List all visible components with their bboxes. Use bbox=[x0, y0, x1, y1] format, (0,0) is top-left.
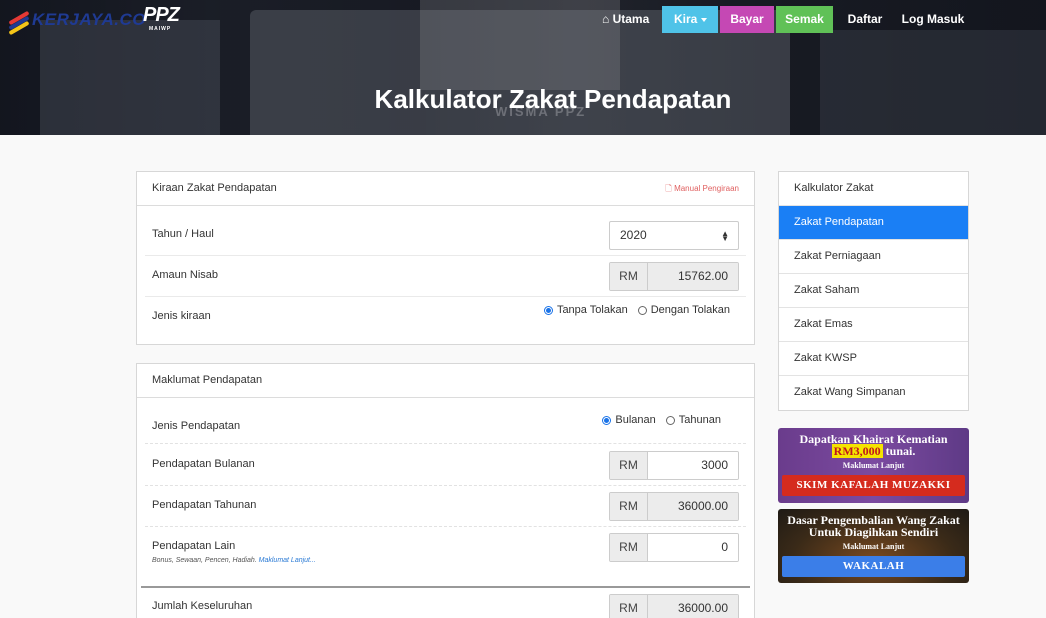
kiraan-card-header: Kiraan Zakat Pendapatan 🗋 Manual Pengira… bbox=[137, 172, 754, 206]
ppz-logo-text: PPZ bbox=[143, 4, 180, 26]
skim-kafalah-button[interactable]: SKIM KAFALAH MUZAKKI bbox=[782, 475, 965, 496]
nav-semak[interactable]: Semak bbox=[776, 6, 833, 33]
radio-tahunan-label: Tahunan bbox=[678, 414, 721, 426]
radio-bulanan-label: Bulanan bbox=[615, 414, 656, 426]
nav-kira-label: Kira bbox=[674, 12, 698, 26]
tahun-select[interactable]: 2020 ▲ ▼ bbox=[609, 221, 739, 250]
jumlah-keseluruhan-value: 36000.00 bbox=[648, 595, 738, 618]
home-icon: ⌂ bbox=[602, 12, 610, 26]
nav-kira-dropdown[interactable]: Kira bbox=[662, 6, 718, 33]
jenis-kiraan-label: Jenis kiraan bbox=[152, 310, 211, 322]
pdf-icon: 🗋 bbox=[665, 184, 672, 193]
caret-down-icon bbox=[701, 17, 708, 22]
currency-addon: RM bbox=[610, 493, 648, 520]
flag-logo-icon bbox=[6, 8, 30, 36]
sidebar-item-zakat-emas[interactable]: Zakat Emas bbox=[779, 308, 968, 342]
radio-unchecked-icon bbox=[637, 305, 647, 315]
radio-unchecked-icon bbox=[665, 415, 675, 425]
jumlah-keseluruhan-input[interactable]: RM 36000.00 bbox=[609, 594, 739, 618]
hero-building bbox=[40, 20, 220, 135]
sidebar-item-zakat-saham[interactable]: Zakat Saham bbox=[779, 274, 968, 308]
pendapatan-lain-label: Pendapatan Lain bbox=[152, 540, 236, 552]
main-nav: ⌂ Utama Kira Bayar Semak Daftar Log Masu… bbox=[594, 6, 969, 33]
ppz-logo[interactable]: PPZ MAIWP bbox=[143, 4, 180, 32]
pendapatan-bulanan-value: 3000 bbox=[648, 452, 738, 479]
pendapatan-lain-input[interactable]: RM 0 bbox=[609, 533, 739, 562]
nav-utama[interactable]: ⌂ Utama bbox=[594, 6, 662, 33]
pendapatan-lain-value: 0 bbox=[648, 534, 738, 561]
nav-bayar[interactable]: Bayar bbox=[720, 6, 774, 33]
kiraan-card: Kiraan Zakat Pendapatan 🗋 Manual Pengira… bbox=[136, 171, 755, 345]
page-title: Kalkulator Zakat Pendapatan bbox=[374, 84, 732, 114]
maklumat-card: Maklumat Pendapatan Jenis Pendapatan Bul… bbox=[136, 363, 755, 618]
jenis-pendapatan-options: Bulanan Tahunan bbox=[592, 414, 721, 426]
sidebar-item-zakat-pendapatan[interactable]: Zakat Pendapatan bbox=[779, 206, 968, 240]
divider bbox=[145, 296, 746, 297]
radio-bulanan[interactable]: Bulanan bbox=[602, 414, 656, 426]
wakalah-banner-sub: Maklumat Lanjut bbox=[842, 542, 905, 551]
radio-tanpa-label: Tanpa Tolakan bbox=[556, 304, 628, 316]
select-arrows-icon: ▲ ▼ bbox=[721, 229, 729, 243]
hero-building bbox=[420, 0, 620, 90]
maklumat-card-title: Maklumat Pendapatan bbox=[152, 374, 263, 386]
sidebar-item-zakat-kwsp[interactable]: Zakat KWSP bbox=[779, 342, 968, 376]
maklumat-lanjut-link[interactable]: Maklumat Lanjut... bbox=[259, 557, 316, 564]
radio-checked-icon bbox=[543, 305, 553, 315]
sidebar-item-zakat-perniagaan[interactable]: Zakat Perniagaan bbox=[779, 240, 968, 274]
tahun-select-value: 2020 bbox=[620, 228, 647, 242]
khairat-amount: RM3,000 bbox=[831, 444, 883, 458]
kerjaya-logo[interactable]: KERJAYA.CO bbox=[6, 8, 146, 36]
jenis-pendapatan-label: Jenis Pendapatan bbox=[152, 420, 241, 432]
khairat-banner[interactable]: Dapatkan Khairat Kematian RM3,000 tunai.… bbox=[778, 428, 969, 503]
hero-banner: WISMA PPZ KERJAYA.CO PPZ MAIWP ⌂ Utama K… bbox=[0, 0, 1046, 135]
nav-log-masuk[interactable]: Log Masuk bbox=[897, 6, 969, 33]
khairat-banner-line2-text: tunai. bbox=[885, 444, 916, 458]
wakalah-banner[interactable]: Dasar Pengembalian Wang Zakat Untuk Diag… bbox=[778, 509, 969, 583]
tahun-label: Tahun / Haul bbox=[152, 228, 214, 240]
radio-tanpa-tolakan[interactable]: Tanpa Tolakan bbox=[543, 304, 628, 316]
radio-dengan-label: Dengan Tolakan bbox=[650, 304, 730, 316]
radio-tahunan[interactable]: Tahunan bbox=[665, 414, 721, 426]
manual-pengiraan-link[interactable]: 🗋 Manual Pengiraan bbox=[665, 172, 739, 205]
currency-addon: RM bbox=[610, 263, 648, 290]
sidebar-header: Kalkulator Zakat bbox=[779, 172, 968, 206]
pendapatan-tahunan-input[interactable]: RM 36000.00 bbox=[609, 492, 739, 521]
divider bbox=[145, 255, 746, 256]
currency-addon: RM bbox=[610, 595, 648, 618]
nisab-label: Amaun Nisab bbox=[152, 269, 219, 281]
khairat-banner-sub: Maklumat Lanjut bbox=[842, 461, 905, 470]
currency-addon: RM bbox=[610, 452, 648, 479]
jenis-kiraan-options: Tanpa Tolakan Dengan Tolakan bbox=[534, 304, 730, 316]
divider bbox=[145, 485, 746, 486]
kiraan-card-title: Kiraan Zakat Pendapatan bbox=[152, 182, 277, 194]
hero-building bbox=[820, 30, 1046, 135]
radio-checked-icon bbox=[602, 415, 612, 425]
divider bbox=[145, 443, 746, 444]
nisab-input[interactable]: RM 15762.00 bbox=[609, 262, 739, 291]
currency-addon: RM bbox=[610, 534, 648, 561]
ppz-logo-sub: MAIWP bbox=[149, 26, 172, 32]
kalkulator-sidebar: Kalkulator Zakat Zakat Pendapatan Zakat … bbox=[778, 171, 969, 411]
maklumat-card-header: Maklumat Pendapatan bbox=[137, 364, 754, 398]
pendapatan-bulanan-input[interactable]: RM 3000 bbox=[609, 451, 739, 480]
pendapatan-lain-hint: Bonus, Sewaan, Pencen, Hadiah. Maklumat … bbox=[152, 557, 316, 564]
sidebar-item-zakat-wang-simpanan[interactable]: Zakat Wang Simpanan bbox=[779, 376, 968, 410]
total-divider bbox=[141, 586, 750, 588]
pendapatan-tahunan-value: 36000.00 bbox=[648, 493, 738, 520]
manual-pengiraan-label: Manual Pengiraan bbox=[674, 184, 739, 193]
pendapatan-tahunan-label: Pendapatan Tahunan bbox=[152, 499, 257, 511]
khairat-banner-line2: RM3,000 tunai. bbox=[778, 444, 969, 458]
divider bbox=[145, 526, 746, 527]
radio-dengan-tolakan[interactable]: Dengan Tolakan bbox=[637, 304, 730, 316]
wakalah-banner-line2: Untuk Diagihkan Sendiri bbox=[808, 525, 939, 539]
jumlah-keseluruhan-label: Jumlah Keseluruhan bbox=[152, 600, 253, 612]
wakalah-button[interactable]: WAKALAH bbox=[782, 556, 965, 577]
logo-text: KERJAYA.CO bbox=[32, 10, 146, 29]
pendapatan-bulanan-label: Pendapatan Bulanan bbox=[152, 458, 255, 470]
nav-utama-label: Utama bbox=[612, 12, 650, 26]
pendapatan-lain-hint-text: Bonus, Sewaan, Pencen, Hadiah. bbox=[152, 557, 257, 564]
nav-daftar[interactable]: Daftar bbox=[839, 6, 891, 33]
nisab-value: 15762.00 bbox=[648, 263, 738, 290]
